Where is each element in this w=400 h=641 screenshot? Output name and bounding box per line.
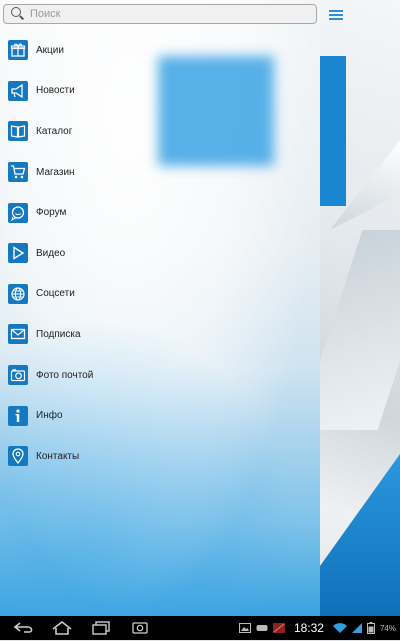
- hamburger-icon: [329, 10, 343, 20]
- clock: 18:32: [293, 621, 324, 635]
- signal-icon: [351, 623, 362, 633]
- menu-item-shop[interactable]: Магазин: [0, 152, 320, 193]
- app-notification-icon: [272, 623, 285, 633]
- battery-percent: 74%: [379, 623, 396, 633]
- menu-item-label: Подписка: [36, 328, 81, 340]
- gift-icon: [8, 40, 28, 61]
- battery-icon: [366, 622, 375, 634]
- menu-item-news[interactable]: Новости: [0, 71, 320, 112]
- menu-item-label: Контакты: [36, 450, 80, 462]
- menu-item-info[interactable]: Инфо: [0, 395, 320, 436]
- recent-apps-button[interactable]: [90, 620, 112, 636]
- envelope-icon: [8, 324, 28, 345]
- menu-item-label: Инфо: [36, 410, 63, 422]
- menu-item-forum[interactable]: Форум: [0, 192, 320, 233]
- home-icon: [52, 620, 72, 635]
- game-controller-icon: [256, 625, 268, 631]
- menu-item-label: Каталог: [36, 125, 73, 137]
- menu-toggle-button[interactable]: [322, 0, 350, 30]
- book-icon: [8, 121, 28, 142]
- search-icon: [8, 5, 26, 23]
- drawer-menu: Акции Новости Каталог Магазин Форум Виде…: [0, 30, 320, 477]
- globe-icon: [8, 283, 28, 304]
- megaphone-icon: [8, 80, 28, 101]
- cart-icon: [8, 162, 28, 183]
- menu-item-label: Новости: [36, 85, 75, 97]
- menu-item-label: Соцсети: [36, 288, 75, 300]
- menu-item-promotions[interactable]: Акции: [0, 30, 320, 71]
- status-area: 18:32 74%: [238, 616, 396, 640]
- menu-item-label: Магазин: [36, 166, 75, 178]
- background-graphic: [320, 440, 400, 616]
- menu-item-label: Форум: [36, 207, 67, 219]
- back-button[interactable]: [12, 620, 36, 636]
- menu-item-contacts[interactable]: Контакты: [0, 436, 320, 477]
- search-bar[interactable]: [3, 4, 317, 24]
- home-button[interactable]: [50, 620, 74, 636]
- screenshot-button[interactable]: [126, 620, 154, 636]
- menu-item-video[interactable]: Видео: [0, 233, 320, 274]
- menu-item-catalog[interactable]: Каталог: [0, 111, 320, 152]
- camera-icon: [8, 365, 28, 386]
- info-icon: [8, 405, 28, 426]
- location-pin-icon: [8, 446, 28, 467]
- menu-item-label: Фото почтой: [36, 369, 94, 381]
- system-bar: 18:32 74%: [0, 616, 400, 640]
- wifi-icon: [332, 623, 347, 633]
- menu-item-subscription[interactable]: Подписка: [0, 314, 320, 355]
- search-input[interactable]: [26, 8, 310, 20]
- play-icon: [8, 243, 28, 264]
- recent-apps-icon: [92, 621, 110, 635]
- image-notification-icon: [238, 623, 251, 633]
- menu-item-label: Видео: [36, 247, 66, 259]
- camera-icon: [132, 622, 148, 634]
- menu-item-social[interactable]: Соцсети: [0, 274, 320, 315]
- navigation-drawer: Акции Новости Каталог Магазин: [0, 0, 320, 616]
- back-arrow-icon: [13, 622, 33, 633]
- chat-icon: [8, 202, 28, 223]
- menu-item-label: Акции: [36, 44, 64, 56]
- background-graphic: [320, 56, 346, 206]
- menu-item-photo-mail[interactable]: Фото почтой: [0, 355, 320, 396]
